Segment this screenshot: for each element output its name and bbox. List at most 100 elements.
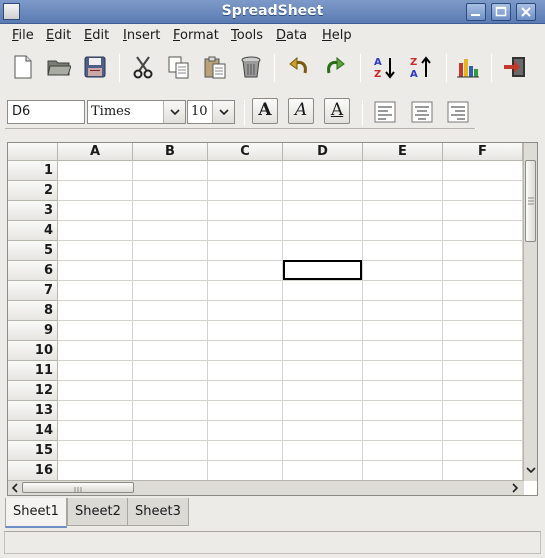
cell-e9[interactable]	[363, 321, 443, 341]
cell-f4[interactable]	[443, 221, 523, 241]
cell-f7[interactable]	[443, 281, 523, 301]
menu-format[interactable]: Format	[173, 28, 219, 43]
cell-b6[interactable]	[133, 261, 208, 281]
cell-b4[interactable]	[133, 221, 208, 241]
row-header[interactable]: 10	[8, 341, 58, 361]
horizontal-scroll-thumb[interactable]	[22, 482, 134, 493]
tab-sheet1[interactable]: Sheet1	[5, 498, 67, 528]
column-header-c[interactable]: C	[208, 143, 283, 161]
cell-reference-field[interactable]: D6	[7, 100, 85, 124]
cell-e12[interactable]	[363, 381, 443, 401]
spreadsheet-grid[interactable]: A B C D E F 1 2 3 4 5 6 7 8 9 10 11 12 13 14 15 16	[7, 142, 538, 496]
cell-b10[interactable]	[133, 341, 208, 361]
cell-d11[interactable]	[283, 361, 363, 381]
cell-a15[interactable]	[58, 441, 133, 461]
italic-button[interactable]: A	[288, 98, 314, 124]
cell-e1[interactable]	[363, 161, 443, 181]
active-cell-d6[interactable]	[283, 260, 362, 280]
cell-f9[interactable]	[443, 321, 523, 341]
align-right-button[interactable]	[443, 97, 473, 127]
cell-b11[interactable]	[133, 361, 208, 381]
cell-c4[interactable]	[208, 221, 283, 241]
row-header[interactable]: 6	[8, 261, 58, 281]
cell-b14[interactable]	[133, 421, 208, 441]
cell-e8[interactable]	[363, 301, 443, 321]
cell-d7[interactable]	[283, 281, 363, 301]
cell-b5[interactable]	[133, 241, 208, 261]
cell-e2[interactable]	[363, 181, 443, 201]
maximize-button[interactable]	[491, 3, 511, 21]
cell-f1[interactable]	[443, 161, 523, 181]
cell-a13[interactable]	[58, 401, 133, 421]
cell-d8[interactable]	[283, 301, 363, 321]
font-name-dropdown[interactable]	[163, 101, 185, 123]
cell-a9[interactable]	[58, 321, 133, 341]
cell-c3[interactable]	[208, 201, 283, 221]
cell-f13[interactable]	[443, 401, 523, 421]
cell-e16[interactable]	[363, 461, 443, 481]
cell-c1[interactable]	[208, 161, 283, 181]
cell-c9[interactable]	[208, 321, 283, 341]
cell-e4[interactable]	[363, 221, 443, 241]
scroll-down-icon[interactable]	[526, 465, 536, 475]
save-button[interactable]	[80, 52, 110, 82]
cell-a6[interactable]	[58, 261, 133, 281]
cell-b16[interactable]	[133, 461, 208, 481]
cell-d15[interactable]	[283, 441, 363, 461]
font-size-dropdown[interactable]	[212, 101, 234, 123]
cell-a4[interactable]	[58, 221, 133, 241]
cell-d13[interactable]	[283, 401, 363, 421]
cell-a7[interactable]	[58, 281, 133, 301]
cell-c10[interactable]	[208, 341, 283, 361]
row-header[interactable]: 14	[8, 421, 58, 441]
cell-c14[interactable]	[208, 421, 283, 441]
cut-button[interactable]	[128, 52, 158, 82]
cell-d3[interactable]	[283, 201, 363, 221]
cell-a1[interactable]	[58, 161, 133, 181]
cell-a5[interactable]	[58, 241, 133, 261]
cell-d5[interactable]	[283, 241, 363, 261]
cell-b9[interactable]	[133, 321, 208, 341]
cell-e11[interactable]	[363, 361, 443, 381]
row-header[interactable]: 1	[8, 161, 58, 181]
cell-b12[interactable]	[133, 381, 208, 401]
cell-c6[interactable]	[208, 261, 283, 281]
cell-f12[interactable]	[443, 381, 523, 401]
column-header-b[interactable]: B	[133, 143, 208, 161]
row-header[interactable]: 4	[8, 221, 58, 241]
cell-a14[interactable]	[58, 421, 133, 441]
cell-a12[interactable]	[58, 381, 133, 401]
cell-f16[interactable]	[443, 461, 523, 481]
cell-c15[interactable]	[208, 441, 283, 461]
cell-f3[interactable]	[443, 201, 523, 221]
font-size-combo[interactable]: 10	[187, 100, 235, 124]
menu-file[interactable]: File	[12, 28, 34, 43]
column-header-f[interactable]: F	[443, 143, 523, 161]
tab-sheet2[interactable]: Sheet2	[67, 498, 129, 526]
menu-help[interactable]: Help	[322, 28, 352, 43]
chart-button[interactable]	[453, 52, 483, 82]
cell-e5[interactable]	[363, 241, 443, 261]
new-button[interactable]	[8, 52, 38, 82]
cell-d9[interactable]	[283, 321, 363, 341]
cell-c13[interactable]	[208, 401, 283, 421]
cell-f10[interactable]	[443, 341, 523, 361]
menu-insert[interactable]: Insert	[123, 28, 160, 43]
tab-sheet3[interactable]: Sheet3	[127, 498, 189, 526]
delete-button[interactable]	[236, 52, 266, 82]
cell-d4[interactable]	[283, 221, 363, 241]
corner-header[interactable]	[8, 143, 58, 161]
cell-a8[interactable]	[58, 301, 133, 321]
cell-c7[interactable]	[208, 281, 283, 301]
cell-b2[interactable]	[133, 181, 208, 201]
align-left-button[interactable]	[370, 97, 400, 127]
menu-data[interactable]: Data	[276, 28, 307, 43]
sort-ascending-button[interactable]: AZ	[370, 52, 400, 82]
cell-f8[interactable]	[443, 301, 523, 321]
cell-c8[interactable]	[208, 301, 283, 321]
cell-a16[interactable]	[58, 461, 133, 481]
cell-d16[interactable]	[283, 461, 363, 481]
row-header[interactable]: 8	[8, 301, 58, 321]
font-name-combo[interactable]: Times	[87, 100, 186, 124]
cell-c16[interactable]	[208, 461, 283, 481]
